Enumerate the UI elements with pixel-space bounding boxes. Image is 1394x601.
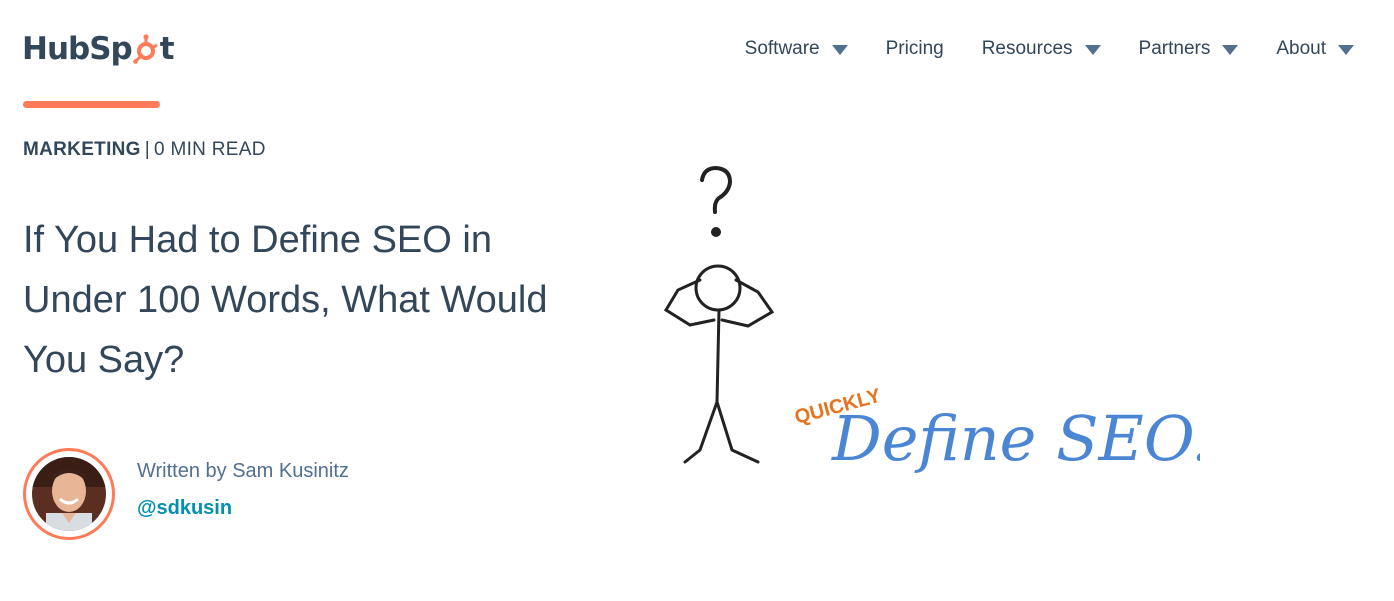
author-photo	[32, 457, 106, 531]
sprocket-icon	[132, 34, 158, 64]
read-time: 0 MIN READ	[154, 139, 266, 160]
caret-down-icon	[1084, 45, 1101, 55]
accent-bar	[23, 101, 160, 108]
main-nav: Software Pricing Resources Partners Abou…	[707, 30, 1354, 68]
nav-item-software[interactable]: Software	[745, 38, 848, 60]
avatar[interactable]	[23, 448, 115, 540]
nav-item-label: Pricing	[885, 38, 944, 59]
nav-item-label: About	[1276, 38, 1326, 59]
nav-item-label: Resources	[981, 38, 1073, 59]
caret-down-icon	[1338, 45, 1354, 55]
nav-item-resources[interactable]: Resources	[982, 38, 1101, 60]
caret-down-icon	[1222, 45, 1239, 55]
nav-item-about[interactable]: About	[1276, 38, 1354, 60]
featured-image: QUICKLY Define SEO.	[663, 165, 1200, 475]
hubspot-logo[interactable]: HubSp t	[22, 26, 175, 72]
topic-tag[interactable]: MARKETING	[23, 139, 141, 160]
logo-text-right: t	[159, 31, 175, 67]
author-block: Written by Sam Kusinitz @sdkusin	[23, 448, 349, 540]
article-meta: MARKETING | 0 MIN READ	[23, 139, 266, 161]
question-mark-dot	[711, 227, 721, 237]
nav-item-pricing[interactable]: Pricing	[886, 38, 944, 60]
article-title: If You Had to Define SEO in Under 100 Wo…	[23, 219, 548, 381]
stick-figure-illustration	[663, 165, 775, 464]
nav-item-partners[interactable]: Partners	[1139, 38, 1239, 60]
logo-text-left: HubSp	[22, 31, 133, 67]
meta-separator: |	[144, 139, 150, 160]
author-handle-link[interactable]: @sdkusin	[137, 497, 349, 520]
nav-item-label: Software	[744, 38, 820, 59]
author-name: Written by Sam Kusinitz	[137, 460, 349, 482]
image-word-large: Define SEO.	[831, 402, 1200, 475]
author-info: Written by Sam Kusinitz @sdkusin	[137, 460, 349, 520]
nav-item-label: Partners	[1138, 38, 1211, 59]
caret-down-icon	[831, 45, 848, 55]
